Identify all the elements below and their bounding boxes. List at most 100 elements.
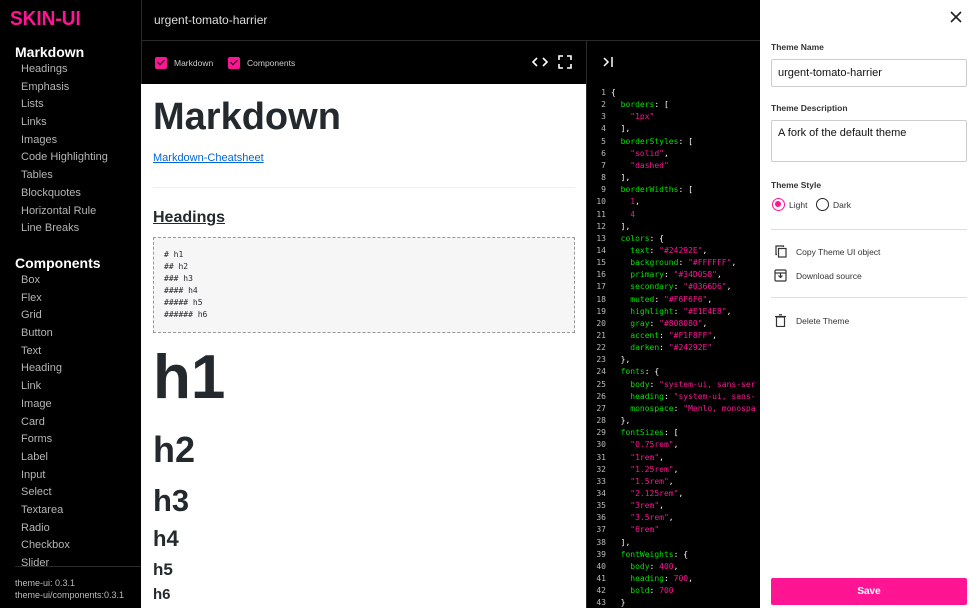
code-token: primary — [611, 270, 664, 280]
code-line: #### h4 — [164, 286, 198, 296]
close-icon[interactable] — [948, 11, 964, 27]
markdown-cheatsheet-link[interactable]: Markdown-Cheatsheet — [153, 152, 264, 164]
nav-section-markdown[interactable]: Markdown — [15, 44, 84, 60]
sidebar-item-component-5[interactable]: Heading — [21, 360, 70, 378]
line-number: 5 — [601, 136, 606, 146]
code-editor-line: 40 body: 400, — [587, 561, 678, 573]
sidebar-item-component-6[interactable]: Link — [21, 378, 70, 396]
code-editor-line: 30 "0.75rem", — [587, 439, 678, 451]
code-token: "0.75rem" — [611, 440, 674, 450]
line-number: 39 — [596, 549, 606, 559]
sidebar-item-component-1[interactable]: Flex — [21, 290, 70, 308]
sidebar-item-component-12[interactable]: Select — [21, 484, 70, 502]
code-editor-line: 34 "2.125rem", — [587, 488, 683, 500]
dark-radio[interactable]: Dark — [816, 198, 851, 211]
code-token: , — [688, 574, 693, 583]
sidebar-item-component-13[interactable]: Textarea — [21, 502, 70, 520]
fullscreen-icon[interactable] — [557, 54, 573, 70]
line-number: 30 — [596, 440, 606, 450]
checkbox-checked-icon — [155, 57, 167, 69]
code-token: : [ — [678, 185, 693, 195]
theme-name-label: Theme Name — [771, 42, 824, 52]
markdown-checkbox[interactable]: Markdown — [155, 57, 213, 69]
sidebar-item-markdown-6[interactable]: Tables — [21, 167, 108, 185]
theme-name-input[interactable] — [771, 59, 967, 87]
sidebar-item-markdown-0[interactable]: Headings — [21, 61, 108, 79]
sidebar-item-component-8[interactable]: Card — [21, 414, 70, 432]
line-number: 27 — [596, 403, 606, 413]
sidebar-item-markdown-2[interactable]: Lists — [21, 96, 108, 114]
copy-theme-label: Copy Theme UI object — [796, 246, 881, 257]
copy-theme-button[interactable]: Copy Theme UI object — [774, 245, 880, 258]
sidebar-item-markdown-5[interactable]: Code Highlighting — [21, 149, 108, 167]
sidebar-item-markdown-8[interactable]: Horizontal Rule — [21, 203, 108, 221]
code-token: "1rem" — [611, 452, 660, 462]
sidebar-item-markdown-4[interactable]: Images — [21, 132, 108, 150]
code-token: bold — [611, 586, 650, 596]
code-token: "1.5rem" — [611, 476, 669, 486]
nav-section-components[interactable]: Components — [15, 255, 101, 271]
components-checkbox-label: Components — [247, 58, 296, 68]
code-token: gray — [611, 318, 650, 328]
code-editor-line: 18 muted: "#F6F6F6", — [587, 294, 712, 306]
sidebar-item-component-14[interactable]: Radio — [21, 520, 70, 538]
code-token: : — [649, 586, 660, 596]
sidebar-item-component-10[interactable]: Label — [21, 449, 70, 467]
app-logo[interactable]: SKIN-UI — [10, 8, 81, 31]
code-token: , — [678, 488, 684, 498]
sidebar-item-component-4[interactable]: Text — [21, 343, 70, 361]
line-number: 14 — [596, 245, 606, 255]
theme-description-input[interactable]: A fork of the default theme — [771, 120, 967, 162]
sidebar-item-markdown-7[interactable]: Blockquotes — [21, 185, 108, 203]
components-checkbox[interactable]: Components — [228, 57, 295, 69]
code-token: : [ — [663, 428, 679, 438]
sidebar-item-component-7[interactable]: Image — [21, 396, 70, 414]
code-token: } — [611, 598, 626, 608]
code-token: "solid" — [611, 148, 664, 158]
code-editor-line: 27 monospace: "Menlo, monospa — [587, 403, 755, 415]
sidebar-item-component-9[interactable]: Forms — [21, 431, 70, 449]
code-token: , — [716, 270, 722, 280]
code-token: "3.5rem" — [611, 513, 669, 523]
line-number: 16 — [596, 270, 606, 280]
code-token: }, — [611, 416, 631, 426]
sidebar-item-markdown-3[interactable]: Links — [21, 114, 108, 132]
light-radio[interactable]: Light — [772, 198, 807, 211]
delete-theme-button[interactable]: Delete Theme — [774, 314, 849, 327]
markdown-checkbox-label: Markdown — [174, 58, 214, 68]
line-number: 24 — [596, 367, 606, 377]
line-number: 4 — [601, 124, 606, 134]
download-source-button[interactable]: Download source — [774, 269, 862, 282]
code-editor-line: 43 } — [587, 597, 625, 608]
collapse-right-icon[interactable] — [600, 54, 616, 70]
theme-json-editor[interactable]: 1{2 borders: [3 "1px" 4 ], 5 borderStyles:… — [586, 84, 760, 608]
headings-code-block: # h1 ## h2 ### h3 #### h4 ##### h5 #####… — [153, 237, 575, 333]
code-token: : — [663, 391, 674, 401]
line-number: 22 — [596, 343, 606, 353]
sidebar-item-markdown-1[interactable]: Emphasis — [21, 79, 108, 97]
line-number: 23 — [596, 355, 606, 365]
sidebar-item-component-3[interactable]: Button — [21, 325, 70, 343]
sidebar-item-component-15[interactable]: Checkbox — [21, 537, 70, 555]
code-token: : — [659, 343, 669, 353]
code-icon[interactable] — [531, 54, 549, 70]
theme-settings-panel: Theme Name Theme Description A fork of t… — [760, 0, 979, 608]
version-info: theme-ui: 0.3.1 theme-ui/components:0.3.… — [15, 566, 141, 601]
heading-h1: h1 — [153, 343, 226, 412]
code-token: accent — [611, 331, 660, 340]
sidebar-item-component-2[interactable]: Grid — [21, 307, 70, 325]
save-button[interactable]: Save — [771, 578, 967, 605]
sidebar-item-component-11[interactable]: Input — [21, 467, 70, 485]
code-token: : — [673, 282, 684, 292]
line-number: 25 — [596, 379, 606, 389]
sidebar-item-component-0[interactable]: Box — [21, 272, 70, 290]
code-token: , — [731, 258, 737, 268]
line-number: 15 — [596, 258, 606, 268]
code-token: highlight — [611, 306, 674, 316]
code-token: fontWeights — [611, 549, 674, 559]
code-token: "#0366D6" — [683, 282, 727, 292]
code-token: muted — [611, 294, 655, 304]
code-token: : — [649, 245, 660, 255]
sidebar-item-markdown-9[interactable]: Line Breaks — [21, 220, 108, 238]
code-editor-line: 37 "6rem" — [587, 524, 659, 536]
